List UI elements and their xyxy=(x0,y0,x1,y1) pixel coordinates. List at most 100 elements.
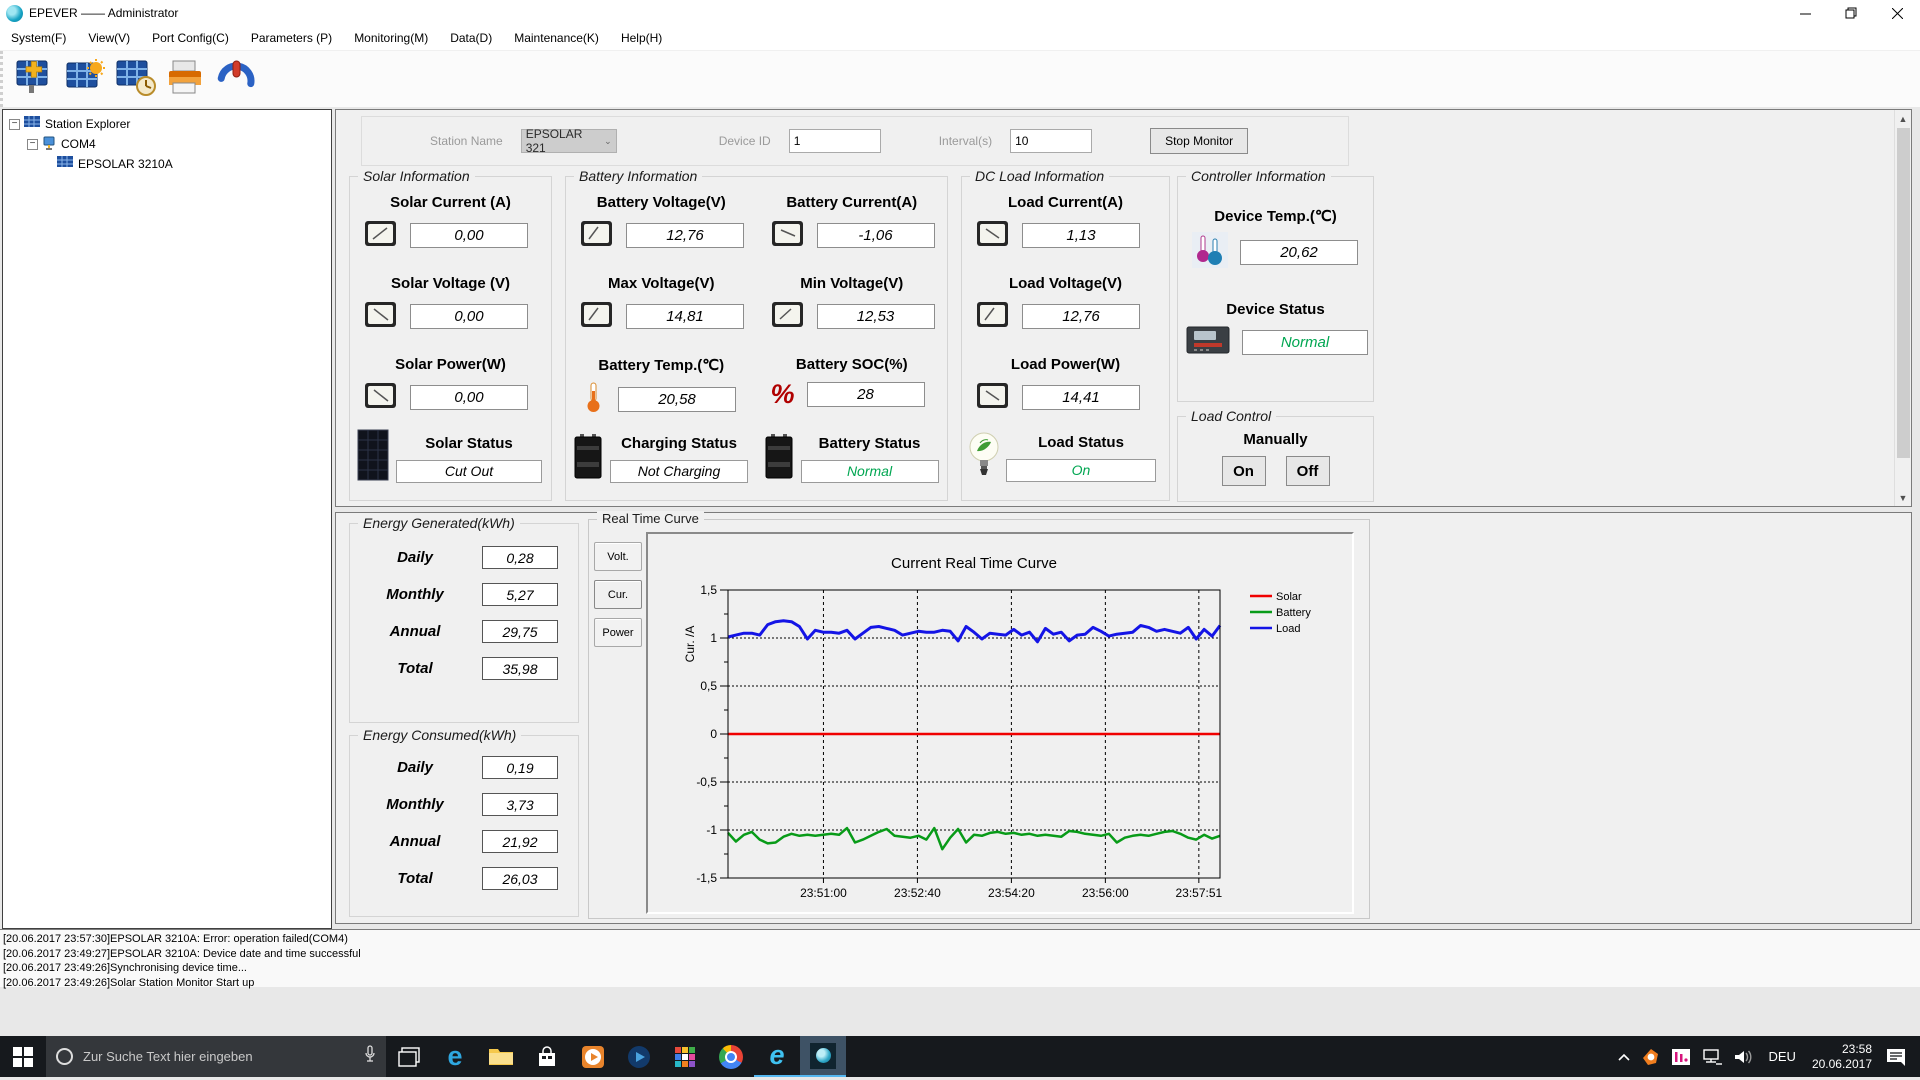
language-indicator[interactable]: DEU xyxy=(1760,1049,1803,1064)
station-explorer-tree: − Station Explorer − COM4 EPSOLAR 3210A xyxy=(2,109,332,929)
usage-monitor-icon[interactable] xyxy=(1666,1048,1696,1065)
task-view-icon[interactable] xyxy=(386,1036,432,1077)
menu-data[interactable]: Data(D) xyxy=(439,27,503,49)
tree-node-device[interactable]: EPSOLAR 3210A xyxy=(5,154,329,174)
load-voltage-value: 12,76 xyxy=(1022,304,1140,329)
taskbar-search[interactable]: Zur Suche Text hier eingeben xyxy=(46,1036,386,1077)
solar-voltage-value: 0,00 xyxy=(410,304,528,329)
solar-voltage-label: Solar Voltage (V) xyxy=(391,275,510,292)
app-logo-icon xyxy=(6,4,23,22)
svg-text:1,5: 1,5 xyxy=(700,583,717,597)
device-id-input[interactable] xyxy=(788,129,881,153)
system-tray: DEU 23:58 20.06.2017 xyxy=(1612,1036,1920,1077)
media-player-icon[interactable] xyxy=(570,1036,616,1077)
tray-expand-icon[interactable] xyxy=(1612,1053,1636,1061)
file-explorer-icon[interactable] xyxy=(478,1036,524,1077)
tab-cur[interactable]: Cur. xyxy=(594,580,642,609)
svg-text:Load: Load xyxy=(1276,623,1300,635)
microphone-icon[interactable] xyxy=(364,1045,376,1068)
load-control-group: Load Control Manually On Off xyxy=(1177,408,1374,502)
menu-port-config[interactable]: Port Config(C) xyxy=(141,27,240,49)
menu-maintenance[interactable]: Maintenance(K) xyxy=(503,27,610,49)
solar-status-label: Solar Status xyxy=(425,434,513,452)
real-time-chart: Current Real Time Curve Cur. /A 1,5 1 0,5 0 -0… xyxy=(646,532,1354,914)
interval-input[interactable] xyxy=(1010,129,1093,153)
battery-temp-value: 20,58 xyxy=(618,387,736,412)
load-power-label: Load Power(W) xyxy=(1010,356,1121,373)
load-off-button[interactable]: Off xyxy=(1285,456,1330,486)
group-title: DC Load Information xyxy=(970,168,1110,184)
tree-node-com4[interactable]: − COM4 xyxy=(5,134,329,154)
svg-text:Solar: Solar xyxy=(1276,591,1302,603)
solar-monitor-icon[interactable] xyxy=(63,57,109,101)
solar-panel-icon xyxy=(356,429,390,488)
volume-icon[interactable] xyxy=(1728,1049,1760,1065)
close-button[interactable] xyxy=(1874,0,1920,26)
svg-text:-0,5: -0,5 xyxy=(696,775,717,789)
station-name-value: EPSOLAR 321 xyxy=(525,127,583,155)
svg-text:23:51:00: 23:51:00 xyxy=(800,886,847,900)
collapse-icon[interactable]: − xyxy=(9,118,20,130)
printer-icon[interactable] xyxy=(163,57,209,101)
avast-icon[interactable] xyxy=(1636,1048,1666,1066)
store-icon[interactable] xyxy=(524,1036,570,1077)
load-on-button[interactable]: On xyxy=(1221,456,1266,486)
epever-app-icon[interactable] xyxy=(800,1036,846,1077)
minimize-button[interactable] xyxy=(1782,0,1828,26)
cortana-icon xyxy=(56,1048,73,1065)
menu-help[interactable]: Help(H) xyxy=(610,27,673,49)
tab-power[interactable]: Power xyxy=(594,618,642,647)
gauge-icon xyxy=(364,299,398,334)
menu-system[interactable]: System(F) xyxy=(0,27,77,49)
toolbar xyxy=(0,51,1920,107)
device-status-label: Device Status xyxy=(1226,301,1325,318)
gauge-icon xyxy=(364,218,398,253)
menu-view[interactable]: View(V) xyxy=(77,27,141,49)
solar-current-value: 0,00 xyxy=(410,223,528,248)
edge-icon[interactable]: e xyxy=(432,1036,478,1077)
network-icon[interactable] xyxy=(1696,1048,1728,1065)
power-exit-icon[interactable] xyxy=(213,57,259,101)
tree-node-station-explorer[interactable]: − Station Explorer xyxy=(5,114,329,134)
percent-icon: % xyxy=(770,379,795,409)
menu-parameters[interactable]: Parameters (P) xyxy=(240,27,343,49)
station-history-icon[interactable] xyxy=(113,57,159,101)
generated-total-label: Total xyxy=(397,660,433,677)
device-temp-value: 20,62 xyxy=(1240,240,1358,265)
notifications-icon[interactable] xyxy=(1880,1048,1920,1066)
scrollbar-thumb[interactable] xyxy=(1896,128,1910,458)
gauge-icon xyxy=(364,380,398,415)
solar-power-label: Solar Power(W) xyxy=(395,356,506,373)
min-voltage-label: Min Voltage(V) xyxy=(800,275,904,292)
app-grid-icon[interactable] xyxy=(662,1036,708,1077)
min-voltage-value: 12,53 xyxy=(816,304,935,329)
add-station-icon[interactable] xyxy=(13,57,59,101)
chrome-icon[interactable] xyxy=(708,1036,754,1077)
com-port-icon xyxy=(42,136,56,153)
start-button[interactable] xyxy=(0,1036,46,1077)
group-title: Load Control xyxy=(1186,408,1277,424)
monitor-form: Station Name EPSOLAR 321 ⌄ Device ID Int… xyxy=(361,116,1349,166)
restore-button[interactable] xyxy=(1828,0,1874,26)
battery-current-label: Battery Current(A) xyxy=(786,194,918,211)
group-title: Real Time Curve xyxy=(597,511,704,526)
internet-explorer-icon[interactable]: e xyxy=(754,1036,800,1077)
log-line: [20.06.2017 23:57:30]EPSOLAR 3210A: Erro… xyxy=(3,933,348,945)
battery-soc-value: 28 xyxy=(806,381,925,407)
scroll-down-arrow[interactable]: ▼ xyxy=(1895,489,1912,506)
taskbar-clock[interactable]: 23:58 20.06.2017 xyxy=(1804,1042,1880,1072)
svg-text:Battery: Battery xyxy=(1276,607,1311,619)
video-player-icon[interactable] xyxy=(616,1036,662,1077)
tree-node-label: COM4 xyxy=(61,137,96,151)
stop-monitor-button[interactable]: Stop Monitor xyxy=(1150,128,1249,154)
chevron-down-icon: ⌄ xyxy=(604,135,612,146)
svg-text:23:52:40: 23:52:40 xyxy=(894,886,941,900)
station-name-combo[interactable]: EPSOLAR 321 ⌄ xyxy=(520,127,617,155)
menu-monitoring[interactable]: Monitoring(M) xyxy=(343,27,439,49)
group-title: Energy Generated(kWh) xyxy=(358,515,520,531)
tab-volt[interactable]: Volt. xyxy=(594,542,642,571)
collapse-icon[interactable]: − xyxy=(27,138,38,150)
max-voltage-label: Max Voltage(V) xyxy=(608,275,715,292)
energy-generated-group: Energy Generated(kWh) Daily 0,28 Monthly… xyxy=(349,515,579,723)
scroll-up-arrow[interactable]: ▲ xyxy=(1895,110,1912,127)
